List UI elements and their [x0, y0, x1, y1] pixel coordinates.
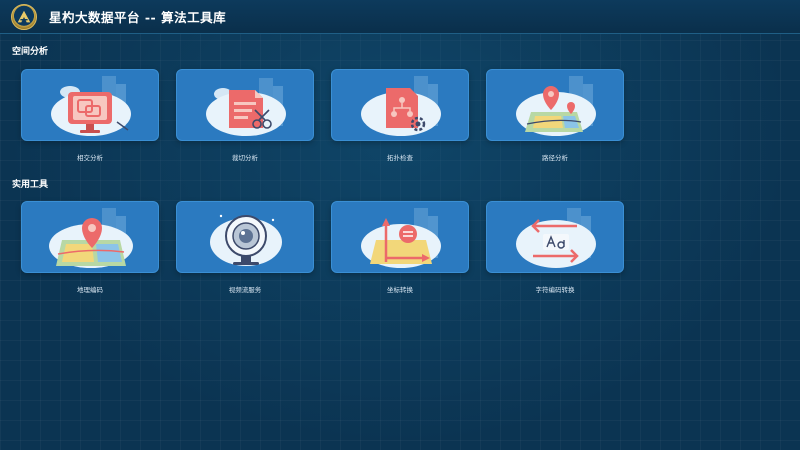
tool-label: 裁切分析: [232, 154, 258, 162]
clip-analysis-icon: [206, 78, 286, 136]
tool-card[interactable]: [331, 69, 469, 141]
tool-intersect-analysis[interactable]: 相交分析: [21, 69, 159, 162]
section-title-utilities: 实用工具: [12, 180, 49, 190]
tool-card[interactable]: [176, 201, 314, 273]
intersect-analysis-icon: [51, 76, 131, 136]
tool-label: 坐标转换: [387, 286, 413, 294]
tool-route-analysis[interactable]: 路径分析: [486, 69, 624, 162]
tool-video-stream[interactable]: 视频流服务: [176, 201, 314, 294]
tool-clip-analysis[interactable]: 裁切分析: [176, 69, 314, 162]
tool-label: 视频流服务: [228, 286, 262, 294]
app-title: 星杓大数据平台 -- 算法工具库: [49, 10, 227, 25]
tool-label: 相交分析: [77, 154, 103, 162]
tool-label: 拓扑检查: [387, 154, 413, 162]
tool-coordinate-transform[interactable]: 坐标转换: [331, 201, 469, 294]
logo-icon: [17, 10, 31, 22]
tool-label: 路径分析: [542, 154, 568, 162]
coordinate-transform-icon: [361, 208, 441, 268]
tool-geocoding[interactable]: 地理编码: [21, 201, 159, 294]
tool-card[interactable]: [21, 201, 159, 273]
geocoding-icon: [49, 208, 133, 268]
tool-card[interactable]: [486, 69, 624, 141]
tool-card[interactable]: [331, 201, 469, 273]
route-analysis-icon: [516, 76, 596, 136]
tool-card[interactable]: [176, 69, 314, 141]
tool-card[interactable]: [21, 69, 159, 141]
tool-label: 字符编码转换: [535, 286, 575, 294]
tool-card[interactable]: [486, 201, 624, 273]
tool-char-encoding[interactable]: 字符编码转换: [486, 201, 624, 294]
video-stream-icon: [210, 214, 282, 266]
top-bar: 星杓大数据平台 -- 算法工具库: [0, 0, 800, 34]
char-encoding-icon: [516, 208, 596, 268]
tool-topology-check[interactable]: 拓扑检查: [331, 69, 469, 162]
topology-check-icon: [361, 76, 441, 136]
platform-logo[interactable]: [11, 3, 37, 30]
section-title-spatial-analysis: 空间分析: [12, 47, 49, 57]
tool-label: 地理编码: [77, 286, 103, 294]
